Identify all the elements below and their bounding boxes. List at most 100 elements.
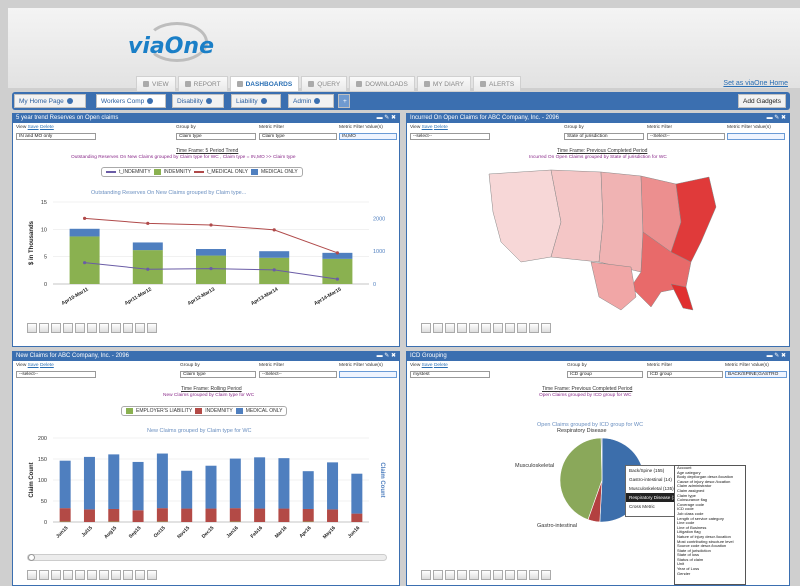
legend-item[interactable]: MEDICAL ONLY (261, 169, 298, 175)
chart-type-icon[interactable] (505, 570, 515, 580)
chart-type-icon[interactable] (517, 323, 527, 333)
panel-controls[interactable]: ▬ ✎ ✖ (767, 114, 786, 123)
bar-indemnity[interactable] (181, 508, 193, 522)
nav-tab-dashboards[interactable]: DASHBOARDS (229, 76, 300, 92)
bar-indemnity[interactable] (83, 509, 95, 522)
group-by-select[interactable]: Claim type (180, 371, 256, 378)
nav-tab-alerts[interactable]: ALERTS (473, 76, 522, 92)
chart-type-icon[interactable] (445, 323, 455, 333)
close-tab-icon[interactable] (314, 98, 321, 104)
bar-indemnity[interactable] (108, 508, 120, 522)
trend-point[interactable] (146, 221, 150, 225)
chart-type-icon[interactable] (457, 323, 467, 333)
chart-type-icon[interactable] (469, 323, 479, 333)
trend-point[interactable] (335, 277, 339, 281)
panel-controls[interactable]: ▬ ✎ ✖ (767, 352, 786, 361)
chart-type-icon[interactable] (493, 570, 503, 580)
bar-medical-only[interactable] (132, 250, 163, 284)
map-plains[interactable] (598, 171, 644, 273)
bar-indemnity[interactable] (59, 508, 71, 522)
chart-type-icon[interactable] (541, 323, 551, 333)
chart-type-icon[interactable] (87, 570, 97, 580)
range-slider[interactable] (27, 554, 387, 561)
legend-item[interactable]: EMPLOYER'S LIABILITY (136, 408, 192, 414)
chart-type-icon[interactable] (75, 323, 85, 333)
chart-type-icon[interactable] (39, 570, 49, 580)
bar-indemnity[interactable] (205, 508, 217, 522)
chart-type-icon[interactable] (433, 323, 443, 333)
bar-medical-only[interactable] (108, 454, 120, 509)
metric-filter-select[interactable]: Claim type (259, 133, 337, 140)
bar-medical-only[interactable] (278, 458, 290, 509)
delete-link[interactable]: Delete (40, 363, 54, 368)
trend-point[interactable] (272, 268, 276, 272)
chart-type-icon[interactable] (147, 570, 157, 580)
time-frame[interactable]: Time Frame: Previous Completed Period (557, 148, 647, 154)
bar-indemnity[interactable] (351, 513, 363, 522)
chart-type-icon[interactable] (505, 323, 515, 333)
group-by-select[interactable]: State of jurisdiction (564, 133, 644, 140)
chart-type-icon[interactable] (27, 323, 37, 333)
bar-indemnity[interactable] (278, 508, 290, 522)
metric-value-select[interactable]: IN,MO (339, 133, 397, 140)
set-as-home-link[interactable]: Set as viaOne Home (723, 80, 788, 87)
trend-point[interactable] (209, 266, 213, 271)
chart-type-icon[interactable] (135, 570, 145, 580)
time-frame[interactable]: Time Frame: 5 Period Trend (176, 148, 238, 154)
close-tab-icon[interactable] (147, 98, 154, 104)
legend-item[interactable]: INDEMNITY (164, 169, 192, 175)
chart-type-icon[interactable] (421, 570, 431, 580)
chart-type-icon[interactable] (111, 570, 121, 580)
chart-type-icon[interactable] (517, 570, 527, 580)
chart-type-icon[interactable] (421, 323, 431, 333)
bar-medical-only[interactable] (254, 457, 266, 509)
chart-type-icon[interactable] (433, 570, 443, 580)
metric-value-select[interactable] (339, 371, 397, 378)
chart-type-icon[interactable] (51, 570, 61, 580)
legend-item[interactable]: MEDICAL ONLY (246, 408, 283, 414)
bar-medical-only[interactable] (327, 462, 339, 510)
us-map[interactable] (481, 162, 721, 312)
trend-point[interactable] (146, 267, 150, 271)
bar-indemnity[interactable] (156, 508, 168, 522)
view-select[interactable]: IN and MO only (16, 133, 96, 140)
viaone-logo[interactable]: viaOne (128, 22, 218, 66)
view-select[interactable]: --select-- (16, 371, 96, 378)
close-tab-icon[interactable] (260, 98, 267, 104)
chart-type-icon[interactable] (63, 323, 73, 333)
metric-filter-select[interactable]: --Select-- (259, 371, 337, 378)
chart-type-icon[interactable] (493, 323, 503, 333)
chart-type-icon[interactable] (87, 323, 97, 333)
chart-type-icon[interactable] (75, 570, 85, 580)
chart-type-icon[interactable] (469, 570, 479, 580)
chart-type-icon[interactable] (123, 570, 133, 580)
bar-indemnity[interactable] (327, 509, 339, 522)
view-select[interactable]: mystest (410, 371, 490, 378)
chart-type-icon[interactable] (529, 323, 539, 333)
dashboard-tab-admin[interactable]: Admin (288, 94, 334, 108)
chart-type-icon[interactable] (457, 570, 467, 580)
chart-type-icon[interactable] (51, 323, 61, 333)
dashboard-tab-my-home-page[interactable]: My Home Page (14, 94, 86, 108)
view-select[interactable]: --select-- (410, 133, 490, 140)
bar-indemnity[interactable] (259, 251, 290, 258)
nav-tab-downloads[interactable]: DOWNLOADS (349, 76, 415, 92)
chart-type-icon[interactable] (481, 570, 491, 580)
chart-type-icon[interactable] (63, 570, 73, 580)
bar-indemnity[interactable] (254, 508, 266, 522)
chart-type-icon[interactable] (123, 323, 133, 333)
group-by-select[interactable]: ICD group (567, 371, 643, 378)
bar-indemnity[interactable] (302, 508, 314, 522)
chart-type-icon[interactable] (27, 570, 37, 580)
cross-metric-dropdown[interactable]: Account Age category Body dept/organ descr… (674, 465, 746, 585)
bar-medical-only[interactable] (59, 460, 71, 509)
trend-point[interactable] (83, 261, 87, 265)
chart-type-icon[interactable] (39, 323, 49, 333)
panel-controls[interactable]: ▬ ✎ ✖ (377, 352, 396, 361)
chart-type-icon[interactable] (99, 570, 109, 580)
chart-type-icon[interactable] (445, 570, 455, 580)
chart-type-icon[interactable] (111, 323, 121, 333)
trend-point[interactable] (272, 228, 276, 232)
legend-item[interactable]: INDEMNITY (205, 408, 233, 414)
close-tab-icon[interactable] (66, 98, 73, 104)
